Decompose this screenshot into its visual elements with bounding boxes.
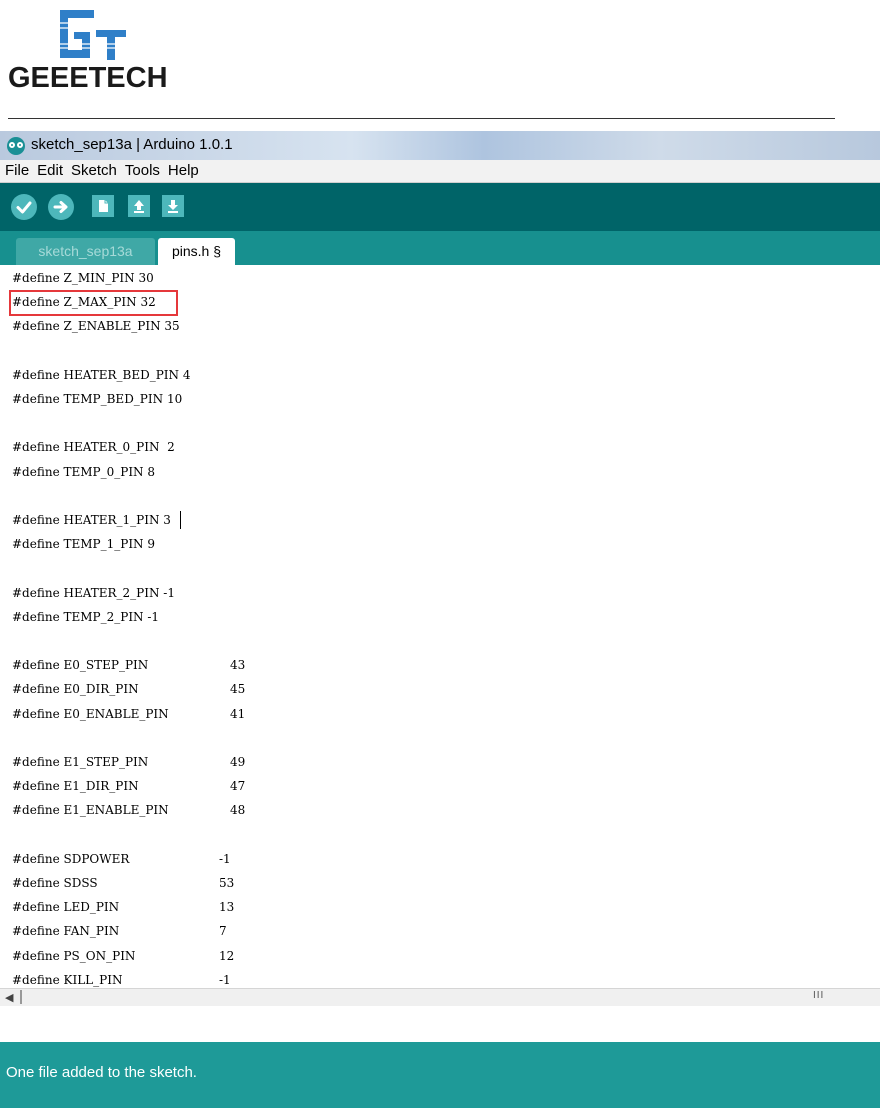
code-text: #define HEATER_2_PIN -1 <box>12 585 175 600</box>
code-line: #define TEMP_1_PIN 9 <box>12 537 872 561</box>
code-text: #define TEMP_1_PIN 9 <box>12 537 156 552</box>
code-line: #define E1_ENABLE_PIN 48 <box>12 803 872 827</box>
text-caret <box>180 511 181 529</box>
code-line: #define E0_STEP_PIN 43 <box>12 658 872 682</box>
code-value: 48 <box>230 803 246 818</box>
code-value: 12 <box>219 948 235 963</box>
status-message: One file added to the sketch. <box>6 1064 197 1081</box>
header-divider <box>8 118 835 119</box>
save-button[interactable] <box>162 195 184 217</box>
open-button[interactable] <box>128 195 150 217</box>
arrow-down-icon <box>168 200 178 213</box>
code-line: #define HEATER_BED_PIN 4 <box>12 368 872 392</box>
code-text: #define TEMP_BED_PIN 10 <box>12 392 183 406</box>
code-text: #define Z_ENABLE_PIN 35 <box>12 319 180 334</box>
scroll-grip-icon: III <box>813 990 825 1001</box>
verify-button[interactable] <box>11 194 37 220</box>
code-line: #define TEMP_BED_PIN 10 <box>12 392 872 416</box>
arrow-up-icon <box>134 200 144 213</box>
console-area <box>0 1006 880 1042</box>
code-text: #define HEATER_0_PIN 2 <box>12 440 175 455</box>
horizontal-scrollbar[interactable]: ◀ III <box>0 988 880 1006</box>
code-text: #define FAN_PIN <box>12 924 120 939</box>
code-value: 53 <box>219 876 235 890</box>
code-text: #define E0_STEP_PIN <box>12 658 149 673</box>
tab-strip: sketch_sep13a pins.h § <box>0 231 880 265</box>
code-value: 43 <box>230 658 246 673</box>
code-value: 49 <box>230 755 246 769</box>
new-button[interactable] <box>92 195 114 217</box>
code-line: #define HEATER_2_PIN -1 <box>12 586 872 610</box>
code-line: #define TEMP_0_PIN 8 <box>12 465 872 489</box>
menu-sketch[interactable]: Sketch <box>67 160 121 179</box>
new-file-icon <box>99 200 108 212</box>
title-bar[interactable]: sketch_sep13a | Arduino 1.0.1 <box>0 131 880 160</box>
code-text: #define E1_ENABLE_PIN <box>12 803 169 818</box>
code-editor[interactable]: #define Z_MIN_PIN 30 #define Z_MAX_PIN 32… <box>0 265 880 1043</box>
arduino-window: sketch_sep13a | Arduino 1.0.1 File Edit Sk… <box>0 131 880 1108</box>
code-line: #define SDPOWER -1 <box>12 852 872 876</box>
code-line: #define HEATER_0_PIN 2 <box>12 440 872 464</box>
code-text: #define Z_MIN_PIN 30 <box>12 271 154 285</box>
status-bar: One file added to the sketch. <box>0 1042 880 1108</box>
code-line: #define FAN_PIN 7 <box>12 924 872 948</box>
menu-edit[interactable]: Edit <box>33 160 67 179</box>
code-line: #define E0_ENABLE_PIN 41 <box>12 707 872 731</box>
highlight-box <box>9 290 178 317</box>
code-text: #define HEATER_BED_PIN 4 <box>12 367 191 382</box>
menu-help[interactable]: Help <box>164 160 203 179</box>
menu-file[interactable]: File <box>5 160 33 179</box>
code-text: #define HEATER_1_PIN 3 <box>12 513 171 527</box>
code-line: #define TEMP_2_PIN -1 <box>12 610 872 634</box>
code-value: 47 <box>230 779 246 794</box>
checkmark-icon <box>16 201 32 214</box>
tab-pins-h[interactable]: pins.h § <box>158 238 235 265</box>
menu-bar: File Edit Sketch Tools Help <box>0 160 880 183</box>
code-text: #define PS_ON_PIN <box>12 948 136 963</box>
toolbar <box>0 183 880 231</box>
code-line: #define LED_PIN 13 <box>12 900 872 924</box>
code-text: #define TEMP_0_PIN 8 <box>12 464 156 479</box>
upload-button[interactable] <box>48 194 74 220</box>
code-line: #define Z_ENABLE_PIN 35 <box>12 319 872 343</box>
code-line: #define E1_DIR_PIN 47 <box>12 779 872 803</box>
code-value: 41 <box>230 706 246 721</box>
logo-text: GEEETECH <box>8 62 168 94</box>
code-text: #define E0_ENABLE_PIN <box>12 706 169 721</box>
arduino-app-icon <box>7 137 25 155</box>
code-text: #define LED_PIN <box>12 900 120 915</box>
code-value: 13 <box>219 900 235 915</box>
tab-sketch-sep13a[interactable]: sketch_sep13a <box>16 238 155 265</box>
scroll-thumb[interactable] <box>20 990 22 1004</box>
code-text: #define E1_STEP_PIN <box>12 755 149 769</box>
gt-logo-icon <box>58 10 130 60</box>
code-text: #define E0_DIR_PIN <box>12 682 139 697</box>
code-value: -1 <box>219 851 231 866</box>
code-line: #define SDSS 53 <box>12 876 872 900</box>
scroll-left-icon[interactable]: ◀ <box>5 991 13 1004</box>
menu-tools[interactable]: Tools <box>121 160 164 179</box>
code-text: #define SDPOWER <box>12 851 130 866</box>
code-value: 7 <box>219 924 227 939</box>
code-text: #define TEMP_2_PIN -1 <box>12 609 160 624</box>
code-text: #define SDSS <box>12 876 98 890</box>
code-line: #define E1_STEP_PIN 49 <box>12 755 872 779</box>
code-text: #define E1_DIR_PIN <box>12 779 139 794</box>
arrow-right-icon <box>53 201 68 213</box>
code-value: -1 <box>219 972 231 987</box>
code-line: #define PS_ON_PIN 12 <box>12 949 872 973</box>
geeetech-logo: GEEETECH <box>8 4 188 94</box>
code-text: #define KILL_PIN <box>12 972 123 987</box>
code-line: #define E0_DIR_PIN 45 <box>12 682 872 706</box>
code-line: #define HEATER_1_PIN 3 <box>12 513 872 537</box>
code-value: 45 <box>230 682 246 697</box>
window-title: sketch_sep13a | Arduino 1.0.1 <box>31 136 233 153</box>
